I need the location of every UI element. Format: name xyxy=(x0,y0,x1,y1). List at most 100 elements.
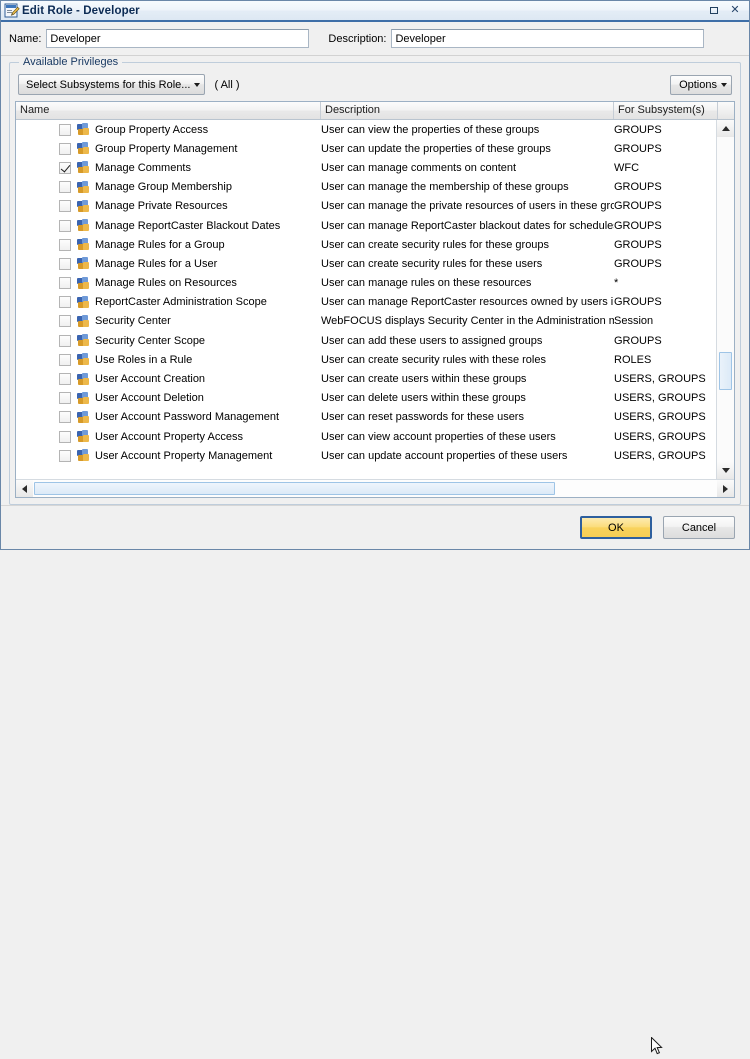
table-row[interactable]: Group Property Management User can update… xyxy=(16,139,716,158)
privilege-checkbox[interactable] xyxy=(59,334,71,347)
privilege-checkbox[interactable] xyxy=(59,142,71,155)
privilege-name-cell: Use Roles in a Rule xyxy=(16,353,321,366)
table-row[interactable]: Use Roles in a Rule User can create secur… xyxy=(16,350,716,369)
privilege-icon xyxy=(77,449,91,462)
privilege-subsystems-cell: GROUPS xyxy=(614,296,662,309)
close-icon[interactable]: ✕ xyxy=(729,5,741,17)
privilege-checkbox[interactable] xyxy=(59,430,71,443)
privilege-description-cell: User can manage the private resources of… xyxy=(321,200,614,213)
horizontal-scroll-track[interactable] xyxy=(33,480,717,497)
table-row[interactable]: User Account Property Access User can vie… xyxy=(16,427,716,446)
privilege-checkbox[interactable] xyxy=(59,353,71,366)
table-row[interactable]: Security Center WebFOCUS displays Securit… xyxy=(16,312,716,331)
table-row[interactable]: User Account Creation User can create use… xyxy=(16,369,716,388)
scroll-down-button[interactable] xyxy=(717,462,734,479)
chevron-down-icon xyxy=(721,82,727,87)
privilege-name-label: User Account Creation xyxy=(95,373,206,386)
privilege-checkbox[interactable] xyxy=(59,161,71,174)
triangle-up-icon xyxy=(721,126,730,131)
privilege-checkbox[interactable] xyxy=(59,219,71,232)
select-subsystems-label: Select Subsystems for this Role... xyxy=(26,78,191,91)
scroll-left-button[interactable] xyxy=(16,480,33,497)
privilege-checkbox[interactable] xyxy=(59,449,71,462)
privilege-icon xyxy=(77,123,91,136)
privilege-checkbox[interactable] xyxy=(59,411,71,424)
privilege-description-cell: User can update account properties of th… xyxy=(321,449,568,462)
privilege-checkbox[interactable] xyxy=(59,315,71,328)
privilege-name-label: Manage Private Resources xyxy=(95,200,228,213)
select-subsystems-button[interactable]: Select Subsystems for this Role... xyxy=(18,74,206,95)
privilege-subsystems-cell: GROUPS xyxy=(614,123,662,136)
privilege-description-cell: User can manage the membership of these … xyxy=(321,181,569,194)
table-row[interactable]: Manage Rules for a Group User can create … xyxy=(16,235,716,254)
privilege-checkbox[interactable] xyxy=(59,181,71,194)
privilege-checkbox[interactable] xyxy=(59,257,71,270)
privilege-description-cell: User can add these users to assigned gro… xyxy=(321,334,543,347)
privilege-name-cell: Security Center xyxy=(16,314,321,328)
options-button[interactable]: Options xyxy=(670,74,732,95)
privilege-subsystems-cell: GROUPS xyxy=(614,219,662,232)
column-header-name[interactable]: Name xyxy=(16,102,321,119)
table-row[interactable]: Security Center Scope User can add these … xyxy=(16,331,716,350)
privilege-checkbox[interactable] xyxy=(59,373,71,386)
privilege-icon xyxy=(77,199,91,213)
table-row[interactable]: ReportCaster Administration Scope User ca… xyxy=(16,293,716,312)
privilege-name-cell: User Account Password Management xyxy=(16,410,321,424)
vertical-scrollbar[interactable] xyxy=(716,120,734,479)
horizontal-scroll-thumb[interactable] xyxy=(34,482,555,495)
scroll-up-button[interactable] xyxy=(717,120,734,137)
privilege-subsystems-cell: ROLES xyxy=(614,353,652,366)
privilege-checkbox[interactable] xyxy=(59,123,71,136)
privileges-grid: Name Description For Subsystem(s) Group … xyxy=(15,101,735,498)
privilege-name-label: Group Property Access xyxy=(95,123,209,136)
scroll-right-button[interactable] xyxy=(717,480,734,497)
table-row[interactable]: Manage Rules on Resources User can manage… xyxy=(16,274,716,293)
privilege-checkbox[interactable] xyxy=(59,238,71,251)
privilege-checkbox[interactable] xyxy=(59,277,71,290)
privilege-icon xyxy=(77,180,91,194)
window-title: Edit Role - Developer xyxy=(22,4,140,17)
cancel-button[interactable]: Cancel xyxy=(663,516,735,539)
group-legend: Available Privileges xyxy=(19,56,123,68)
grid-body: Group Property Access User can view the p… xyxy=(16,120,734,479)
privilege-name-label: Manage ReportCaster Blackout Dates xyxy=(95,219,281,232)
maximize-icon[interactable] xyxy=(708,5,720,17)
title-bar[interactable]: Edit Role - Developer ✕ xyxy=(1,1,749,22)
privilege-subsystems-cell: USERS, GROUPS xyxy=(614,411,706,424)
column-header-description[interactable]: Description xyxy=(321,102,614,119)
edit-role-dialog: Edit Role - Developer ✕ Name: Descriptio… xyxy=(0,0,750,1055)
table-row[interactable]: Manage Rules for a User User can create s… xyxy=(16,254,716,273)
horizontal-scrollbar[interactable] xyxy=(16,479,734,497)
privilege-checkbox[interactable] xyxy=(59,296,71,309)
column-header-subsystems[interactable]: For Subsystem(s) xyxy=(614,102,717,119)
description-input[interactable] xyxy=(391,29,705,48)
privilege-icon xyxy=(77,295,91,309)
privilege-description-cell: User can manage ReportCaster blackout da… xyxy=(321,219,614,232)
available-privileges-group: Available Privileges Select Subsystems f… xyxy=(9,56,741,505)
privilege-name-cell: User Account Creation xyxy=(16,372,321,386)
privilege-subsystems-cell: USERS, GROUPS xyxy=(614,373,706,386)
table-row[interactable]: User Account Password Management User can… xyxy=(16,408,716,427)
vertical-scroll-track[interactable] xyxy=(717,137,734,462)
privilege-subsystems-cell: USERS, GROUPS xyxy=(614,449,706,462)
privilege-checkbox[interactable] xyxy=(59,200,71,213)
privilege-name-label: Security Center Scope xyxy=(95,334,206,347)
table-row[interactable]: Group Property Access User can view the p… xyxy=(16,120,716,139)
triangle-right-icon xyxy=(723,484,728,493)
table-row[interactable]: Manage Comments User can manage comments … xyxy=(16,158,716,177)
table-row[interactable]: User Account Property Management User can… xyxy=(16,446,716,465)
privilege-icon xyxy=(77,314,91,328)
privilege-name-cell: Manage Rules for a Group xyxy=(16,238,321,251)
ok-button[interactable]: OK xyxy=(580,516,652,539)
vertical-scroll-thumb[interactable] xyxy=(719,352,732,390)
privilege-description-cell: User can manage ReportCaster resources o… xyxy=(321,296,614,309)
privilege-name-cell: Group Property Management xyxy=(16,142,321,155)
privilege-checkbox[interactable] xyxy=(59,392,71,405)
privilege-description-cell: User can manage comments on content xyxy=(321,161,517,174)
table-row[interactable]: Manage Group Membership User can manage t… xyxy=(16,178,716,197)
table-row[interactable]: Manage ReportCaster Blackout Dates User c… xyxy=(16,216,716,235)
dialog-content: Available Privileges Select Subsystems f… xyxy=(1,56,749,505)
table-row[interactable]: Manage Private Resources User can manage … xyxy=(16,197,716,216)
name-input[interactable] xyxy=(46,29,310,48)
table-row[interactable]: User Account Deletion User can delete use… xyxy=(16,389,716,408)
